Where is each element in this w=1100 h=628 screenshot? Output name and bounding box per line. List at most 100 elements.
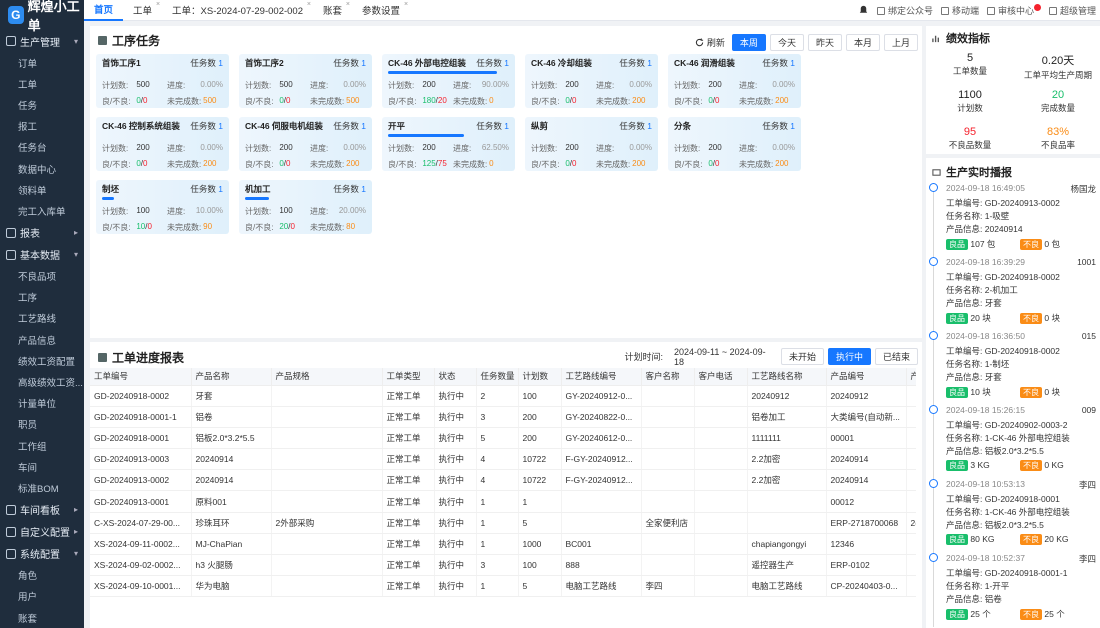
column-header[interactable]: 状态: [434, 368, 477, 386]
feed-item[interactable]: 2024-09-18 16:36:50 015 工单编号: GD-20240918-…: [929, 331, 1100, 405]
column-header[interactable]: 工单类型: [382, 368, 435, 386]
process-card[interactable]: CK-46 外部电控组装 任务数 1 计划数: 200 进度: 90.00% 良/不良: 18…: [382, 54, 515, 108]
sidebar-group[interactable]: 自定义配置 ▸: [0, 521, 84, 543]
sidebar-item[interactable]: 高级绩效工资...: [0, 371, 84, 392]
good-bad-label: 良/不良:: [245, 223, 274, 232]
column-header[interactable]: 工艺路线编号: [561, 368, 642, 386]
notification-bell[interactable]: [858, 5, 869, 16]
sidebar-item[interactable]: 工序: [0, 287, 84, 308]
column-header[interactable]: 产品规格: [271, 368, 383, 386]
sidebar-item[interactable]: 任务台: [0, 137, 84, 158]
process-card[interactable]: 首饰工序1 任务数 1 计划数: 500 进度: 0.00% 良/不良: 0/0 未完成数: 50…: [96, 54, 229, 108]
close-icon[interactable]: ×: [307, 1, 311, 8]
status-not-started[interactable]: 未开始: [780, 348, 824, 365]
sidebar-group[interactable]: 系统配置 ▾: [0, 543, 84, 565]
column-header[interactable]: 产品编号: [826, 368, 907, 386]
table-row[interactable]: GD-20240918-0001 铝板2.0*3.2*5.5 正常工单 执行中 5 200…: [90, 427, 916, 450]
sidebar-item[interactable]: 数据中心: [0, 158, 84, 179]
tab[interactable]: 工单 ×: [123, 0, 162, 21]
table-cell: 20240914: [191, 469, 272, 492]
sidebar-item[interactable]: 订单: [0, 52, 84, 73]
filter-yesterday[interactable]: 昨天: [807, 34, 842, 51]
process-card[interactable]: CK-46 冷却组装 任务数 1 计划数: 200 进度: 0.00% 良/不良: 0/0 未完…: [525, 54, 658, 108]
sidebar-item[interactable]: 报工: [0, 116, 84, 137]
sidebar-item[interactable]: 完工入库单: [0, 200, 84, 221]
column-header[interactable]: 计划数: [518, 368, 562, 386]
column-header[interactable]: 产: [906, 368, 916, 386]
table-row[interactable]: XS-2024-09-10-0001... 华为电脑 正常工单 执行中 1 5 电脑工艺路线…: [90, 575, 916, 598]
column-header[interactable]: 客户电话: [694, 368, 748, 386]
filter-this-week[interactable]: 本周: [731, 34, 766, 51]
column-header[interactable]: 客户名称: [641, 368, 695, 386]
tab[interactable]: 参数设置 ×: [352, 0, 410, 21]
sidebar-item[interactable]: 工艺路线: [0, 308, 84, 329]
sidebar-item[interactable]: 角色: [0, 565, 84, 586]
unfinished-value: 200: [632, 159, 646, 168]
process-card[interactable]: 首饰工序2 任务数 1 计划数: 500 进度: 0.00% 良/不良: 0/0 未完成数: 50…: [239, 54, 372, 108]
process-card[interactable]: CK-46 润滑组装 任务数 1 计划数: 200 进度: 0.00% 良/不良: 0/0 未完…: [668, 54, 801, 108]
feed-item[interactable]: 2024-09-18 16:39:29 1001 工单编号: GD-20240918…: [929, 257, 1100, 331]
table-row[interactable]: GD-20240918-0002 牙套 正常工单 执行中 2 100 GY-20240912…: [90, 385, 916, 407]
tab[interactable]: 账套 ×: [313, 0, 352, 21]
feed-item[interactable]: 2024-09-18 10:52:37 李四 工单编号: GD-20240918-0…: [929, 553, 1100, 627]
close-icon[interactable]: ×: [156, 1, 160, 8]
process-card[interactable]: CK-46 伺服电机组装 任务数 1 计划数: 200 进度: 0.00% 良/不良: 0/0…: [239, 117, 372, 171]
process-card[interactable]: 制坯 任务数 1 计划数: 100 进度: 10.00% 良/不良: 10/0 未完成数: 90: [96, 180, 229, 234]
good-bad-label: 良/不良:: [674, 97, 703, 106]
card-name: 首饰工序2: [245, 58, 284, 68]
filter-last-month[interactable]: 上月: [883, 34, 918, 51]
process-card[interactable]: 分条 任务数 1 计划数: 200 进度: 0.00% 良/不良: 0/0 未完成数: 200: [668, 117, 801, 171]
progress-label: 进度:: [310, 144, 329, 153]
sidebar-item[interactable]: 工单: [0, 73, 84, 94]
filter-this-month[interactable]: 本月: [845, 34, 880, 51]
sidebar-item[interactable]: 账套: [0, 607, 84, 628]
sidebar-item[interactable]: 绩效工资配置: [0, 350, 84, 371]
close-icon[interactable]: ×: [346, 1, 350, 8]
task-label: 任务名称:: [946, 359, 983, 369]
bad-value: 0: [147, 222, 152, 231]
sidebar-item[interactable]: 计量单位: [0, 393, 84, 414]
close-icon[interactable]: ×: [404, 1, 408, 8]
sidebar-item[interactable]: 标准BOM: [0, 477, 84, 498]
date-range-picker[interactable]: 2024-09-11 ~ 2024-09-18: [666, 347, 777, 367]
column-header[interactable]: 产品名称: [191, 368, 272, 386]
sidebar-item[interactable]: 领料单: [0, 179, 84, 200]
sidebar-group[interactable]: 基本数据 ▾: [0, 244, 84, 266]
app-logo[interactable]: G 辉煌小工单: [0, 0, 84, 33]
good-value: 180: [422, 96, 436, 105]
process-card[interactable]: 机加工 任务数 1 计划数: 100 进度: 20.00% 良/不良: 20/0 未完成数: 80: [239, 180, 372, 234]
sidebar-item[interactable]: 不良品项: [0, 266, 84, 287]
process-card[interactable]: 纵剪 任务数 1 计划数: 200 进度: 0.00% 良/不良: 0/0 未完成数: 200: [525, 117, 658, 171]
sidebar-group[interactable]: 生产管理 ▾: [0, 30, 84, 52]
table-row[interactable]: XS-2024-09-11-0002... MJ-ChaPian 正常工单 执行中 1 1…: [90, 533, 916, 556]
table-row[interactable]: GD-20240913-0003 20240914 正常工单 执行中 4 10722 F-G…: [90, 448, 916, 471]
column-header[interactable]: 工艺路线名称: [747, 368, 827, 386]
sidebar-item[interactable]: 车间: [0, 456, 84, 477]
table-row[interactable]: C-XS-2024-07-29-00... 珍珠耳环 2外部采购 正常工单 执行中 1 5 全…: [90, 512, 916, 534]
tab[interactable]: 首页: [84, 0, 124, 21]
sidebar-group[interactable]: 车间看板 ▸: [0, 499, 84, 521]
column-header[interactable]: 工单编号: [90, 368, 192, 386]
sidebar-item[interactable]: 产品信息: [0, 329, 84, 350]
tab[interactable]: 工单：XS-2024-07-29-002-002 ×: [162, 0, 313, 21]
bind-wechat-link[interactable]: 绑定公众号: [876, 4, 933, 17]
sidebar-group[interactable]: 报表 ▸: [0, 222, 84, 244]
column-header[interactable]: 任务数量: [476, 368, 519, 386]
sidebar-item[interactable]: 工作组: [0, 435, 84, 456]
refresh-button[interactable]: 刷新: [691, 34, 728, 51]
status-in-progress[interactable]: 执行中: [827, 348, 871, 365]
table-row[interactable]: XS-2024-09-02-0002... h3 火腿肠 正常工单 执行中 3 100 88…: [90, 554, 916, 577]
sidebar-item[interactable]: 职员: [0, 414, 84, 435]
filter-today[interactable]: 今天: [769, 34, 804, 51]
feed-item[interactable]: 2024-09-18 16:49:05 杨国龙 工单编号: GD-20240913-…: [929, 183, 1100, 257]
status-finished[interactable]: 已结束: [874, 348, 918, 365]
process-card[interactable]: 开平 任务数 1 计划数: 200 进度: 62.50% 良/不良: 125/75 未完成数: 0: [382, 117, 515, 171]
feed-item[interactable]: 2024-09-18 10:53:13 李四 工单编号: GD-20240918-0…: [929, 479, 1100, 553]
table-row[interactable]: GD-20240913-0001 原料001 正常工单 执行中 1 1 00012: [90, 490, 916, 513]
sidebar-item[interactable]: 用户: [0, 586, 84, 607]
process-card[interactable]: CK-46 控制系统组装 任务数 1 计划数: 200 进度: 0.00% 良/不良: 0/0…: [96, 117, 229, 171]
table-row[interactable]: GD-20240918-0001-1 铝卷 正常工单 执行中 3 200 GY-202408…: [90, 406, 916, 428]
table-row[interactable]: GD-20240913-0002 20240914 正常工单 执行中 4 10722 F-G…: [90, 469, 916, 492]
feed-item[interactable]: 2024-09-18 15:26:15 009 工单编号: GD-20240902-…: [929, 405, 1100, 479]
sidebar-item[interactable]: 任务: [0, 94, 84, 115]
